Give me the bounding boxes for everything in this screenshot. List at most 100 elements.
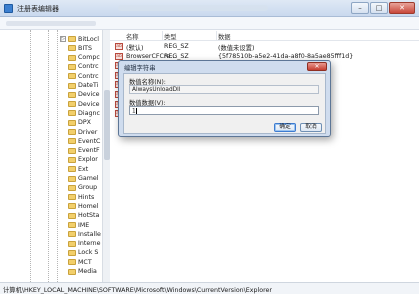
menu-bar [0, 17, 419, 30]
column-divider[interactable] [162, 31, 163, 40]
tree-guide-line [48, 30, 49, 282]
cancel-button[interactable]: 取消 [300, 123, 322, 132]
expand-toggle-icon[interactable] [60, 157, 66, 163]
tree-item-label: Media [78, 268, 97, 275]
folder-icon [68, 101, 76, 108]
tree-item-label: EventF [78, 147, 100, 155]
column-data[interactable]: 数据 [218, 32, 231, 41]
expand-toggle-icon[interactable] [60, 55, 66, 61]
folder-icon [68, 240, 76, 247]
value-type: REG_SZ [164, 52, 189, 60]
expand-toggle-icon[interactable] [60, 259, 66, 265]
tree-item-label: EventC [78, 137, 101, 145]
minimize-button[interactable]: – [351, 2, 369, 14]
tree-item-label: DateTi [78, 82, 99, 89]
tree-item-label: Installe [78, 230, 101, 238]
expand-toggle-icon[interactable] [60, 148, 66, 154]
tree-item-label: HotSta [78, 212, 100, 220]
folder-icon [68, 268, 76, 275]
close-button[interactable]: ✕ [389, 2, 415, 14]
expand-toggle-icon[interactable] [60, 166, 66, 172]
value-type: REG_SZ [164, 43, 189, 50]
maximize-button[interactable]: □ [370, 2, 388, 14]
expand-toggle-icon[interactable] [60, 185, 66, 191]
folder-icon [68, 259, 76, 266]
dialog-title-bar[interactable]: 编辑字符串 ✕ [119, 61, 330, 72]
expand-toggle-icon[interactable] [60, 269, 66, 275]
tree-scrollbar[interactable] [102, 30, 110, 282]
folder-icon [68, 138, 76, 145]
tree-item-label: Compc [78, 54, 100, 62]
window-title: 注册表编辑器 [17, 5, 59, 13]
title-bar: 注册表编辑器 – □ ✕ [0, 0, 419, 17]
expand-toggle-icon[interactable] [60, 176, 66, 182]
tree-guide-line [57, 30, 58, 282]
folder-icon [68, 184, 76, 191]
tree-item-label: Explor [78, 156, 98, 164]
tree-item-label: Driver [78, 128, 98, 136]
column-name[interactable]: 名称 [126, 32, 139, 41]
tree-item-label: MCT [78, 258, 92, 266]
value-data-input[interactable]: 1 [129, 106, 319, 115]
expand-toggle-icon[interactable] [60, 241, 66, 247]
ok-button[interactable]: 确定 [274, 123, 296, 132]
key-tree-pane[interactable]: ▷ BitLocl BITS Compc Contrc Contrc DateTi Devic… [0, 30, 110, 282]
value-name-field[interactable]: AlwaysUnloadDll [129, 85, 319, 94]
expand-toggle-icon[interactable] [60, 231, 66, 237]
value-data: {5f78510b-a5e2-41da-a8f0-8a5ae85fff1d} [218, 52, 354, 60]
folder-icon [68, 36, 76, 42]
list-row[interactable]: ab (默认) REG_SZ (数值未设置) [110, 42, 419, 52]
dialog-body: 数值名称(N): AlwaysUnloadDll 数值数据(V): 1 确定 取… [123, 73, 326, 134]
list-column-header: 名称 类型 数据 [110, 30, 419, 41]
expand-toggle-icon[interactable] [60, 138, 66, 144]
blurred-header-region [118, 5, 268, 11]
expand-toggle-icon[interactable] [60, 213, 66, 219]
registry-editor-icon [4, 4, 13, 13]
expand-toggle-icon[interactable]: ▷ [60, 36, 66, 42]
tree-guide-line [30, 30, 31, 282]
folder-icon [68, 147, 76, 154]
column-type[interactable]: 类型 [164, 32, 177, 41]
expand-toggle-icon[interactable] [60, 194, 66, 200]
tree-item-label: Diagnc [78, 109, 100, 117]
tree-item-label: DPX [78, 119, 91, 127]
expand-toggle-icon[interactable] [60, 73, 66, 79]
expand-toggle-icon[interactable] [60, 129, 66, 135]
folder-icon [68, 194, 76, 201]
folder-icon [68, 166, 76, 173]
expand-toggle-icon[interactable] [60, 222, 66, 228]
expand-toggle-icon[interactable] [60, 110, 66, 116]
tree-item-label: IME [78, 221, 90, 229]
expand-toggle-icon[interactable] [60, 83, 66, 89]
tree-item-label: Device [78, 100, 100, 108]
folder-icon [68, 82, 76, 89]
folder-icon [68, 222, 76, 228]
folder-icon [68, 212, 76, 219]
folder-icon [68, 73, 76, 80]
tree-item-label: Group [78, 184, 98, 192]
tree-item-label: Homel [78, 202, 99, 210]
folder-icon [68, 45, 76, 52]
folder-icon [68, 129, 76, 135]
string-value-icon: ab [115, 52, 123, 60]
folder-icon [68, 203, 76, 210]
folder-icon [68, 231, 76, 238]
expand-toggle-icon[interactable] [60, 45, 66, 51]
expand-toggle-icon[interactable] [60, 101, 66, 107]
tree-item-label: Gamel [78, 175, 99, 182]
tree-item-label: Device [78, 91, 100, 99]
folder-icon [68, 110, 76, 117]
expand-toggle-icon[interactable] [60, 92, 66, 98]
tree-item-label: Hints [78, 193, 95, 201]
dialog-close-button[interactable]: ✕ [307, 62, 327, 71]
folder-icon [68, 54, 76, 61]
column-divider[interactable] [216, 31, 217, 40]
expand-toggle-icon[interactable] [60, 250, 66, 256]
expand-toggle-icon[interactable] [60, 203, 66, 209]
expand-toggle-icon[interactable] [60, 64, 66, 70]
folder-icon [68, 175, 76, 182]
expand-toggle-icon[interactable] [60, 120, 66, 126]
edit-string-dialog: 编辑字符串 ✕ 数值名称(N): AlwaysUnloadDll 数值数据(V)… [118, 60, 331, 137]
string-value-icon: ab [115, 43, 123, 50]
tree-item[interactable]: Media [60, 267, 97, 277]
